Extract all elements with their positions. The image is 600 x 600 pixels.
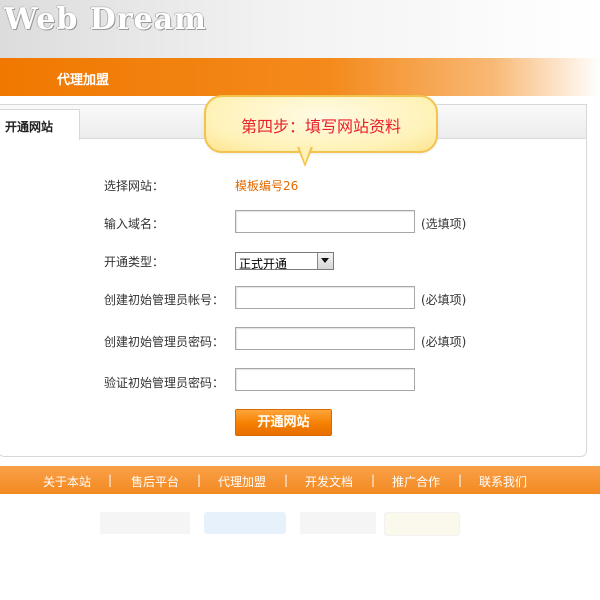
footer-link-promotion[interactable]: 推广合作 bbox=[392, 473, 440, 490]
faded-badge bbox=[204, 512, 286, 534]
step-callout-text: 第四步：填写网站资料 bbox=[240, 117, 401, 136]
account-hint: (必填项) bbox=[421, 293, 467, 307]
footer-link-agent[interactable]: 代理加盟 bbox=[218, 473, 266, 490]
password-label: 创建初始管理员密码： bbox=[104, 335, 225, 349]
type-select-value: 正式开通 bbox=[239, 257, 288, 271]
footer-link-about[interactable]: 关于本站 bbox=[43, 473, 91, 490]
type-label: 开通类型： bbox=[104, 255, 165, 269]
footer-separator: | bbox=[371, 473, 376, 487]
footer-link-contact[interactable]: 联系我们 bbox=[479, 473, 527, 490]
open-site-button[interactable]: 开通网站 bbox=[235, 409, 332, 436]
site-label: 选择网站： bbox=[104, 179, 165, 193]
password-hint: (必填项) bbox=[421, 335, 467, 349]
form-panel: 开通网站 bbox=[0, 104, 587, 457]
callout-tail-inner bbox=[299, 146, 311, 163]
footer-link-support[interactable]: 售后平台 bbox=[131, 473, 179, 490]
chevron-down-icon[interactable] bbox=[317, 253, 333, 269]
admin-password-input[interactable] bbox=[235, 327, 415, 350]
tab-open-site[interactable]: 开通网站 bbox=[0, 109, 80, 140]
nav-item-agent[interactable]: 代理加盟 bbox=[57, 69, 109, 88]
domain-hint: (选填项) bbox=[421, 217, 467, 231]
verify-label: 验证初始管理员密码： bbox=[104, 376, 225, 390]
footer-separator: | bbox=[197, 473, 202, 487]
site-header: Web Dream bbox=[0, 0, 600, 58]
footer-separator: | bbox=[108, 473, 113, 487]
step-callout: 第四步：填写网站资料 bbox=[204, 95, 438, 153]
domain-input[interactable] bbox=[235, 210, 415, 233]
faded-text-block bbox=[300, 512, 376, 534]
footer-link-docs[interactable]: 开发文档 bbox=[305, 473, 353, 490]
site-value: 模板编号26 bbox=[235, 179, 299, 193]
main-nav: 代理加盟 bbox=[0, 58, 600, 96]
faded-text-block bbox=[100, 512, 190, 534]
footer-separator: | bbox=[458, 473, 463, 487]
admin-account-input[interactable] bbox=[235, 286, 415, 309]
footer-nav: 关于本站 | 售后平台 | 代理加盟 | 开发文档 | 推广合作 | 联系我们 bbox=[0, 466, 600, 494]
type-select[interactable]: 正式开通 bbox=[235, 252, 334, 271]
account-label: 创建初始管理员帐号： bbox=[104, 293, 225, 307]
footer-separator: | bbox=[284, 473, 289, 487]
faded-badge bbox=[384, 512, 460, 536]
verify-password-input[interactable] bbox=[235, 368, 415, 391]
tab-label: 开通网站 bbox=[5, 120, 54, 134]
domain-label: 输入域名： bbox=[104, 217, 165, 231]
site-logo[interactable]: Web Dream bbox=[4, 2, 207, 37]
